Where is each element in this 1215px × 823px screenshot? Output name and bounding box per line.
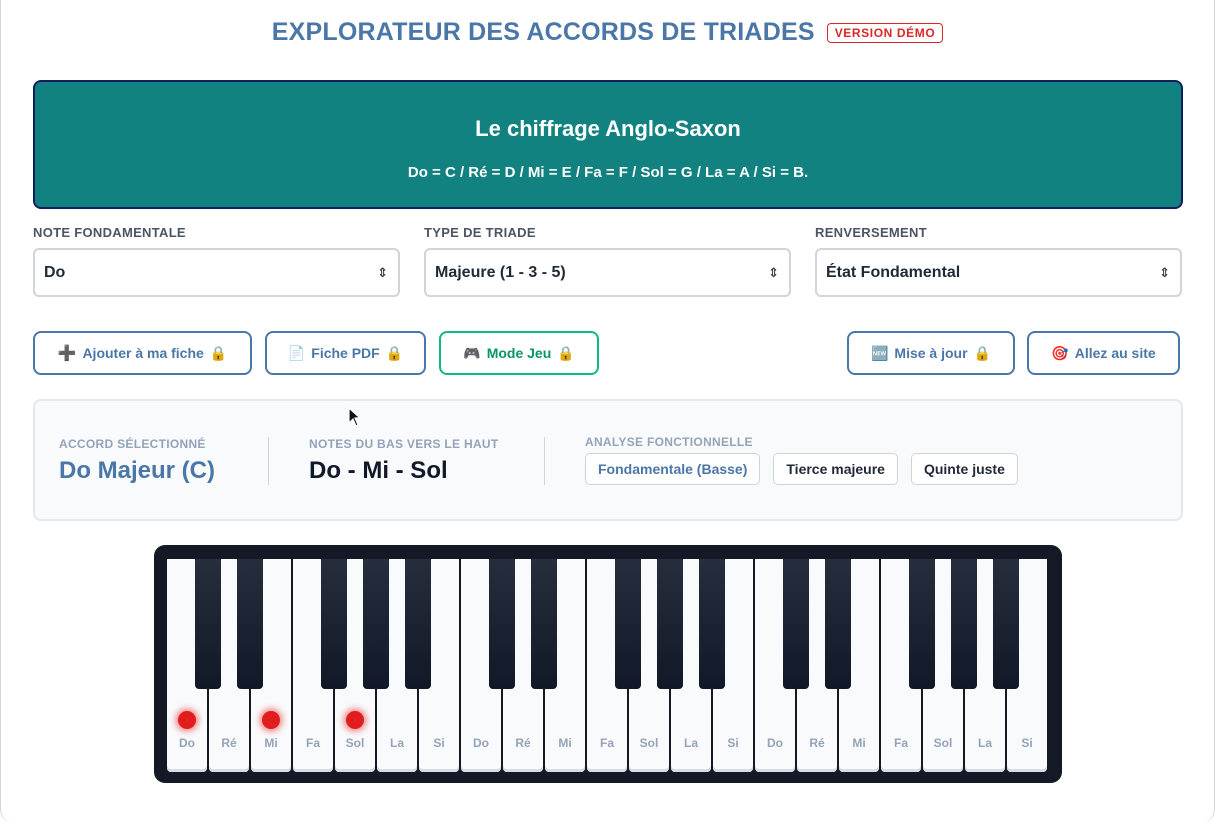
selected-chord-label: ACCORD SÉLECTIONNÉ <box>59 437 206 451</box>
inversion-label: RENVERSEMENT <box>815 225 927 240</box>
mouse-cursor-icon <box>348 407 362 427</box>
lock-icon: 🔒 <box>385 344 404 361</box>
chord-selectors: NOTE FONDAMENTALE Do ⇕ TYPE DE TRIADE Ma… <box>33 225 1183 297</box>
lock-icon: 🔒 <box>209 344 228 361</box>
root-note-select[interactable]: Do ⇕ <box>33 248 400 297</box>
document-icon: 📄 <box>287 344 306 361</box>
white-key-label: Ré <box>515 736 531 750</box>
triad-type-value: Majeure (1 - 3 - 5) <box>435 263 566 281</box>
black-key[interactable] <box>237 559 263 689</box>
black-key[interactable] <box>615 559 641 689</box>
game-mode-button[interactable]: 🎮 Mode Jeu 🔒 <box>439 331 599 375</box>
black-key[interactable] <box>405 559 431 689</box>
inversion-value: État Fondamental <box>826 263 961 281</box>
active-note-marker <box>178 711 196 729</box>
active-note-marker <box>346 711 364 729</box>
black-key[interactable] <box>699 559 725 689</box>
analysis-chips: Fondamentale (Basse) Tierce majeure Quin… <box>585 453 1018 485</box>
update-label: Mise à jour <box>894 345 968 361</box>
banner-subtitle: Do = C / Ré = D / Mi = E / Fa = F / Sol … <box>407 164 809 181</box>
update-button[interactable]: 🆕 Mise à jour 🔒 <box>847 331 1015 375</box>
new-icon: 🆕 <box>870 344 889 361</box>
white-key-label: La <box>977 736 992 750</box>
white-key-label: La <box>389 736 404 750</box>
page-title: EXPLORATEUR DES ACCORDS DE TRIADES <box>271 18 815 46</box>
black-key[interactable] <box>195 559 221 689</box>
lock-icon: 🔒 <box>557 344 575 361</box>
white-key-label: Ré <box>809 736 825 750</box>
black-key[interactable] <box>993 559 1019 689</box>
inversion-select[interactable]: État Fondamental ⇕ <box>815 248 1182 297</box>
chord-notes-block: NOTES DU BAS VERS LE HAUT Do - Mi - Sol <box>309 437 499 485</box>
root-note-label: NOTE FONDAMENTALE <box>33 225 186 240</box>
white-key-label: Do <box>179 736 195 750</box>
add-to-sheet-label: Ajouter à ma fiche <box>82 345 204 361</box>
analysis-chip-fifth: Quinte juste <box>910 453 1018 485</box>
white-key-label: La <box>683 736 698 750</box>
white-key-label: Si <box>433 736 445 750</box>
root-note-value: Do <box>44 263 66 281</box>
analysis-label: ANALYSE FONCTIONNELLE <box>585 435 753 449</box>
updown-chevron-icon: ⇕ <box>768 265 779 280</box>
target-icon: 🎯 <box>1051 344 1069 361</box>
updown-chevron-icon: ⇕ <box>377 265 388 280</box>
chord-notes-label: NOTES DU BAS VERS LE HAUT <box>309 437 499 451</box>
active-note-marker <box>262 711 280 729</box>
black-key[interactable] <box>321 559 347 689</box>
divider <box>268 437 269 485</box>
demo-badge: VERSION DÉMO <box>826 22 944 43</box>
inversion-group: RENVERSEMENT État Fondamental ⇕ <box>815 225 1182 297</box>
black-key[interactable] <box>825 559 851 689</box>
black-key[interactable] <box>657 559 683 689</box>
white-key-label: Mi <box>558 736 572 750</box>
triad-type-select[interactable]: Majeure (1 - 3 - 5) ⇕ <box>424 248 791 297</box>
gamepad-icon: 🎮 <box>463 344 481 361</box>
info-banner: Le chiffrage Anglo-Saxon Do = C / Ré = D… <box>33 80 1183 209</box>
analysis-chip-root: Fondamentale (Basse) <box>585 453 761 485</box>
black-key[interactable] <box>783 559 809 689</box>
white-key-label: Fa <box>893 736 908 750</box>
white-key-label: Fa <box>599 736 614 750</box>
white-key-label: Sol <box>639 736 659 750</box>
selected-chord-block: ACCORD SÉLECTIONNÉ Do Majeur (C) <box>59 437 215 485</box>
white-key-label: Mi <box>264 736 278 750</box>
triad-type-label: TYPE DE TRIADE <box>424 225 536 240</box>
analysis-chip-third: Tierce majeure <box>773 453 898 485</box>
white-key-label: Sol <box>345 736 365 750</box>
white-key-label: Si <box>727 736 739 750</box>
banner-title: Le chiffrage Anglo-Saxon <box>475 116 741 141</box>
black-key[interactable] <box>531 559 557 689</box>
white-key-label: Si <box>1021 736 1033 750</box>
white-key-label: Do <box>473 736 489 750</box>
add-to-sheet-button[interactable]: ➕ Ajouter à ma fiche 🔒 <box>33 331 252 375</box>
triad-type-group: TYPE DE TRIADE Majeure (1 - 3 - 5) ⇕ <box>424 225 791 297</box>
black-key[interactable] <box>489 559 515 689</box>
piano-keyboard: Do Ré Mi Fa Sol La Si Do Ré Mi Fa Sol La Si Do Ré Mi Fa So… <box>154 545 1062 783</box>
white-key-label: Ré <box>221 736 237 750</box>
analysis-block: ANALYSE FONCTIONNELLE Fondamentale (Bass… <box>585 435 1018 485</box>
black-key[interactable] <box>909 559 935 689</box>
white-key-label: Sol <box>933 736 953 750</box>
visit-site-label: Allez au site <box>1074 345 1156 361</box>
visit-site-button[interactable]: 🎯 Allez au site <box>1027 331 1180 375</box>
root-note-group: NOTE FONDAMENTALE Do ⇕ <box>33 225 400 297</box>
plus-icon: ➕ <box>57 345 77 362</box>
selected-chord-name: Do Majeur (C) <box>59 457 215 484</box>
action-bar: ➕ Ajouter à ma fiche 🔒 📄 Fiche PDF 🔒 🎮 M… <box>33 331 1183 375</box>
black-key[interactable] <box>951 559 977 689</box>
white-key-label: Do <box>767 736 783 750</box>
updown-chevron-icon: ⇕ <box>1159 265 1170 280</box>
chord-notes-value: Do - Mi - Sol <box>309 457 448 484</box>
game-mode-label: Mode Jeu <box>486 345 552 361</box>
pdf-sheet-label: Fiche PDF <box>311 345 380 361</box>
page-header: EXPLORATEUR DES ACCORDS DE TRIADES VERSI… <box>0 18 1215 47</box>
chord-info-panel: ACCORD SÉLECTIONNÉ Do Majeur (C) NOTES D… <box>33 399 1183 521</box>
pdf-sheet-button[interactable]: 📄 Fiche PDF 🔒 <box>265 331 426 375</box>
black-key[interactable] <box>363 559 389 689</box>
white-key-label: Mi <box>852 736 866 750</box>
white-key-label: Fa <box>305 736 320 750</box>
lock-icon: 🔒 <box>973 344 991 361</box>
divider <box>544 437 545 485</box>
